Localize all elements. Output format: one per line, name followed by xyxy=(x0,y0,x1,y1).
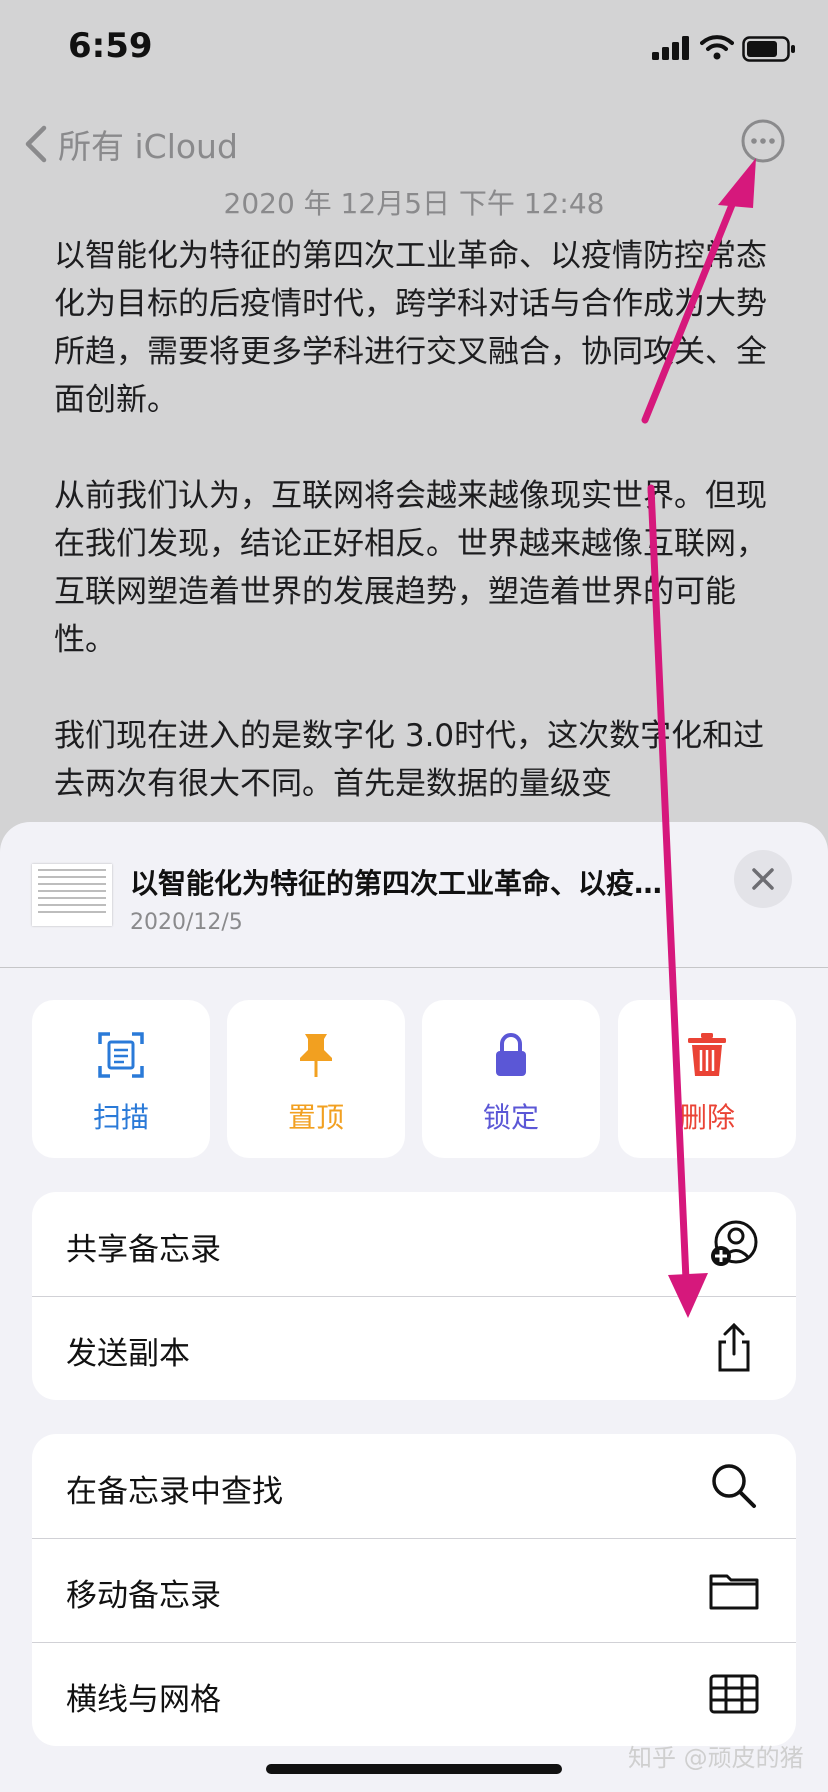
signal-icon xyxy=(652,36,689,60)
back-label: 所有 iCloud xyxy=(58,127,238,166)
grid-icon xyxy=(709,1674,759,1714)
lock-label: 锁定 xyxy=(482,1101,539,1134)
note-tools-group: 在备忘录中查找 移动备忘录 横线与网格 xyxy=(32,1434,796,1746)
send-copy-label: 发送副本 xyxy=(66,1336,190,1372)
delete-label: 删除 xyxy=(678,1101,735,1134)
note-paragraph: 我们现在进入的是数字化 3.0时代，这次数字化和过去两次有很大不同。首先是数据的… xyxy=(54,718,765,802)
status-time: 6:59 xyxy=(68,26,153,66)
move-note-item[interactable]: 移动备忘录 xyxy=(32,1538,796,1642)
share-group: 共享备忘录 发送副本 xyxy=(32,1192,796,1400)
move-note-label: 移动备忘录 xyxy=(66,1578,221,1614)
note-nav-bar: 所有 iCloud xyxy=(0,110,828,174)
home-indicator[interactable] xyxy=(266,1764,562,1774)
delete-button[interactable]: 删除 xyxy=(618,1000,796,1158)
pin-label: 置顶 xyxy=(287,1101,344,1134)
chevron-left-icon xyxy=(25,125,47,163)
sheet-header: 以智能化为特征的第四次工业革命、以疫… 2020/12/5 xyxy=(0,822,828,968)
note-body[interactable]: 以智能化为特征的第四次工业革命、以疫情防控常态化为目标的后疫情时代，跨学科对话与… xyxy=(54,232,774,856)
lock-button[interactable]: 锁定 xyxy=(422,1000,600,1158)
note-action-sheet: 以智能化为特征的第四次工业革命、以疫… 2020/12/5 扫描 置顶 锁定 删… xyxy=(0,822,828,1792)
watermark: 知乎 @顽皮的猪 xyxy=(628,1744,804,1772)
back-button[interactable]: 所有 iCloud xyxy=(22,120,238,168)
find-in-note-label: 在备忘录中查找 xyxy=(66,1474,283,1510)
close-icon xyxy=(752,868,774,890)
note-date: 2020 年 12月5日 下午 12:48 xyxy=(223,187,605,220)
share-icon xyxy=(718,1322,750,1372)
share-note-label: 共享备忘录 xyxy=(66,1232,221,1268)
battery-icon xyxy=(742,36,795,62)
sheet-title: 以智能化为特征的第四次工业革命、以疫… xyxy=(130,867,663,900)
status-bar: 6:59 xyxy=(0,0,828,100)
pin-button[interactable]: 置顶 xyxy=(227,1000,405,1158)
scan-button[interactable]: 扫描 xyxy=(32,1000,210,1158)
sheet-subtitle: 2020/12/5 xyxy=(130,910,243,935)
lock-icon xyxy=(496,1033,526,1076)
note-paragraph: 从前我们认为，互联网将会越来越像现实世界。但现在我们发现，结论正好相反。世界越来… xyxy=(54,478,767,658)
scan-icon xyxy=(98,1032,144,1078)
lines-grids-label: 横线与网格 xyxy=(66,1682,221,1718)
note-paragraph: 以智能化为特征的第四次工业革命、以疫情防控常态化为目标的后疫情时代，跨学科对话与… xyxy=(54,238,767,418)
find-in-note-item[interactable]: 在备忘录中查找 xyxy=(32,1434,796,1538)
more-options-icon[interactable] xyxy=(740,118,786,164)
share-note-item[interactable]: 共享备忘录 xyxy=(32,1192,796,1296)
share-person-icon xyxy=(711,1220,758,1266)
quick-actions: 扫描 置顶 锁定 删除 xyxy=(32,1000,796,1160)
scan-label: 扫描 xyxy=(92,1101,149,1134)
folder-icon xyxy=(709,1574,759,1610)
note-thumbnail xyxy=(32,864,112,926)
lines-grids-item[interactable]: 横线与网格 xyxy=(32,1642,796,1746)
close-button[interactable] xyxy=(734,850,792,908)
send-copy-item[interactable]: 发送副本 xyxy=(32,1296,796,1400)
wifi-icon xyxy=(700,35,734,60)
pin-icon xyxy=(300,1034,332,1077)
trash-icon xyxy=(688,1033,726,1076)
search-icon xyxy=(712,1464,756,1508)
